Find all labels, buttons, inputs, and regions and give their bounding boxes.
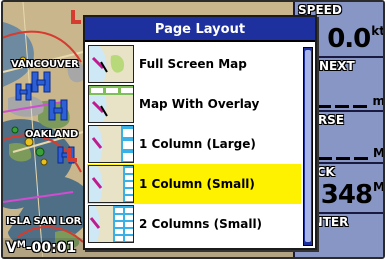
elapsed-prefix: V	[6, 240, 17, 256]
blank-dash	[317, 105, 332, 108]
option-label: 2 Columns (Small)	[139, 217, 263, 231]
map-label-vancouver: VANCOUVER	[11, 59, 79, 70]
option-1-column-large[interactable]: 1 Column (Large)	[87, 124, 301, 164]
blank-dash	[354, 157, 369, 160]
blank-dash	[353, 105, 368, 108]
map-full-thumb-icon	[88, 45, 134, 83]
dialog-scrollbar[interactable]	[303, 47, 313, 246]
option-label: 1 Column (Large)	[139, 137, 256, 151]
course-unit: M	[373, 146, 385, 160]
field-value: 348M	[320, 180, 385, 210]
blank-dash	[335, 105, 350, 108]
dialog-title: Page Layout	[85, 17, 315, 42]
map-overlay-thumb-icon	[88, 85, 134, 123]
speed-unit: kt	[371, 24, 385, 38]
field-value: 0.0kt	[327, 24, 385, 54]
dist-unit: m	[372, 94, 385, 108]
field-value: M	[318, 146, 385, 160]
track-value: 348	[320, 180, 373, 210]
option-label: Map With Overlay	[139, 97, 260, 111]
map-1col-small-thumb-icon	[88, 165, 134, 203]
blank-dash	[336, 157, 351, 160]
option-label: 1 Column (Small)	[139, 177, 255, 191]
track-unit: M	[373, 180, 385, 194]
elapsed-sub: M	[16, 240, 26, 250]
map-label-oakland: OAKLAND	[25, 129, 79, 140]
option-full-screen-map[interactable]: Full Screen Map	[87, 44, 301, 84]
scrollbar-thumb[interactable]	[305, 50, 311, 242]
map-1col-large-thumb-icon	[88, 125, 134, 163]
page-layout-dialog: Page Layout Full Screen Map Map With Ove…	[83, 15, 317, 250]
option-1-column-small[interactable]: 1 Column (Small)	[87, 164, 301, 204]
layout-options-list: Full Screen Map Map With Overlay 1 Colum…	[87, 44, 301, 246]
map-2col-small-thumb-icon	[88, 205, 134, 243]
elapsed-value: -00:01	[25, 240, 77, 256]
speed-value: 0.0	[327, 24, 371, 54]
option-label: Full Screen Map	[139, 57, 247, 71]
blank-dash	[318, 157, 333, 160]
field-value: m	[317, 94, 385, 108]
option-2-columns-small[interactable]: 2 Columns (Small)	[87, 204, 301, 244]
gps-screen: VANCOUVER OAKLAND ISLA SAN LOR VM-00:01 …	[1, 0, 385, 259]
option-map-with-overlay[interactable]: Map With Overlay	[87, 84, 301, 124]
elapsed-time-readout: VM-00:01	[6, 240, 76, 256]
map-label-isla-san-lor: ISLA SAN LOR	[6, 216, 82, 227]
